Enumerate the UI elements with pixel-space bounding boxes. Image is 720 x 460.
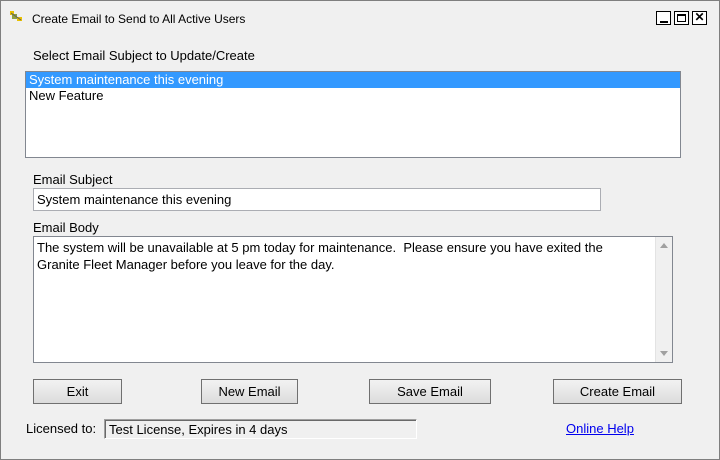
licensed-to-label: Licensed to: xyxy=(26,421,97,436)
minimize-button[interactable] xyxy=(656,11,671,25)
maximize-button[interactable] xyxy=(674,11,689,25)
scroll-down-icon[interactable] xyxy=(660,351,668,356)
email-body-label: Email Body xyxy=(33,220,99,235)
subject-listbox[interactable]: System maintenance this evening New Feat… xyxy=(25,71,681,158)
exit-button[interactable]: Exit xyxy=(33,379,122,404)
maximize-icon xyxy=(677,14,686,22)
app-window: Create Email to Send to All Active Users… xyxy=(0,0,720,460)
create-email-button[interactable]: Create Email xyxy=(553,379,682,404)
list-item[interactable]: System maintenance this evening xyxy=(26,72,680,88)
online-help-link[interactable]: Online Help xyxy=(566,421,634,436)
license-field: Test License, Expires in 4 days xyxy=(104,419,417,439)
app-icon xyxy=(10,11,22,21)
close-button[interactable]: ✕ xyxy=(692,10,707,25)
window-title: Create Email to Send to All Active Users xyxy=(32,12,246,26)
scroll-up-icon[interactable] xyxy=(660,243,668,248)
close-icon: ✕ xyxy=(694,10,705,24)
save-email-button[interactable]: Save Email xyxy=(369,379,491,404)
title-bar[interactable]: Create Email to Send to All Active Users… xyxy=(1,1,719,35)
email-body-scrollbar[interactable] xyxy=(655,237,672,362)
subject-list-label: Select Email Subject to Update/Create xyxy=(33,48,255,63)
email-subject-label: Email Subject xyxy=(33,172,113,187)
new-email-button[interactable]: New Email xyxy=(201,379,298,404)
email-body-textarea[interactable]: The system will be unavailable at 5 pm t… xyxy=(33,236,673,363)
email-subject-input[interactable] xyxy=(33,188,601,211)
minimize-icon xyxy=(660,21,668,23)
list-item[interactable]: New Feature xyxy=(26,88,680,104)
email-body-text[interactable]: The system will be unavailable at 5 pm t… xyxy=(34,237,654,362)
